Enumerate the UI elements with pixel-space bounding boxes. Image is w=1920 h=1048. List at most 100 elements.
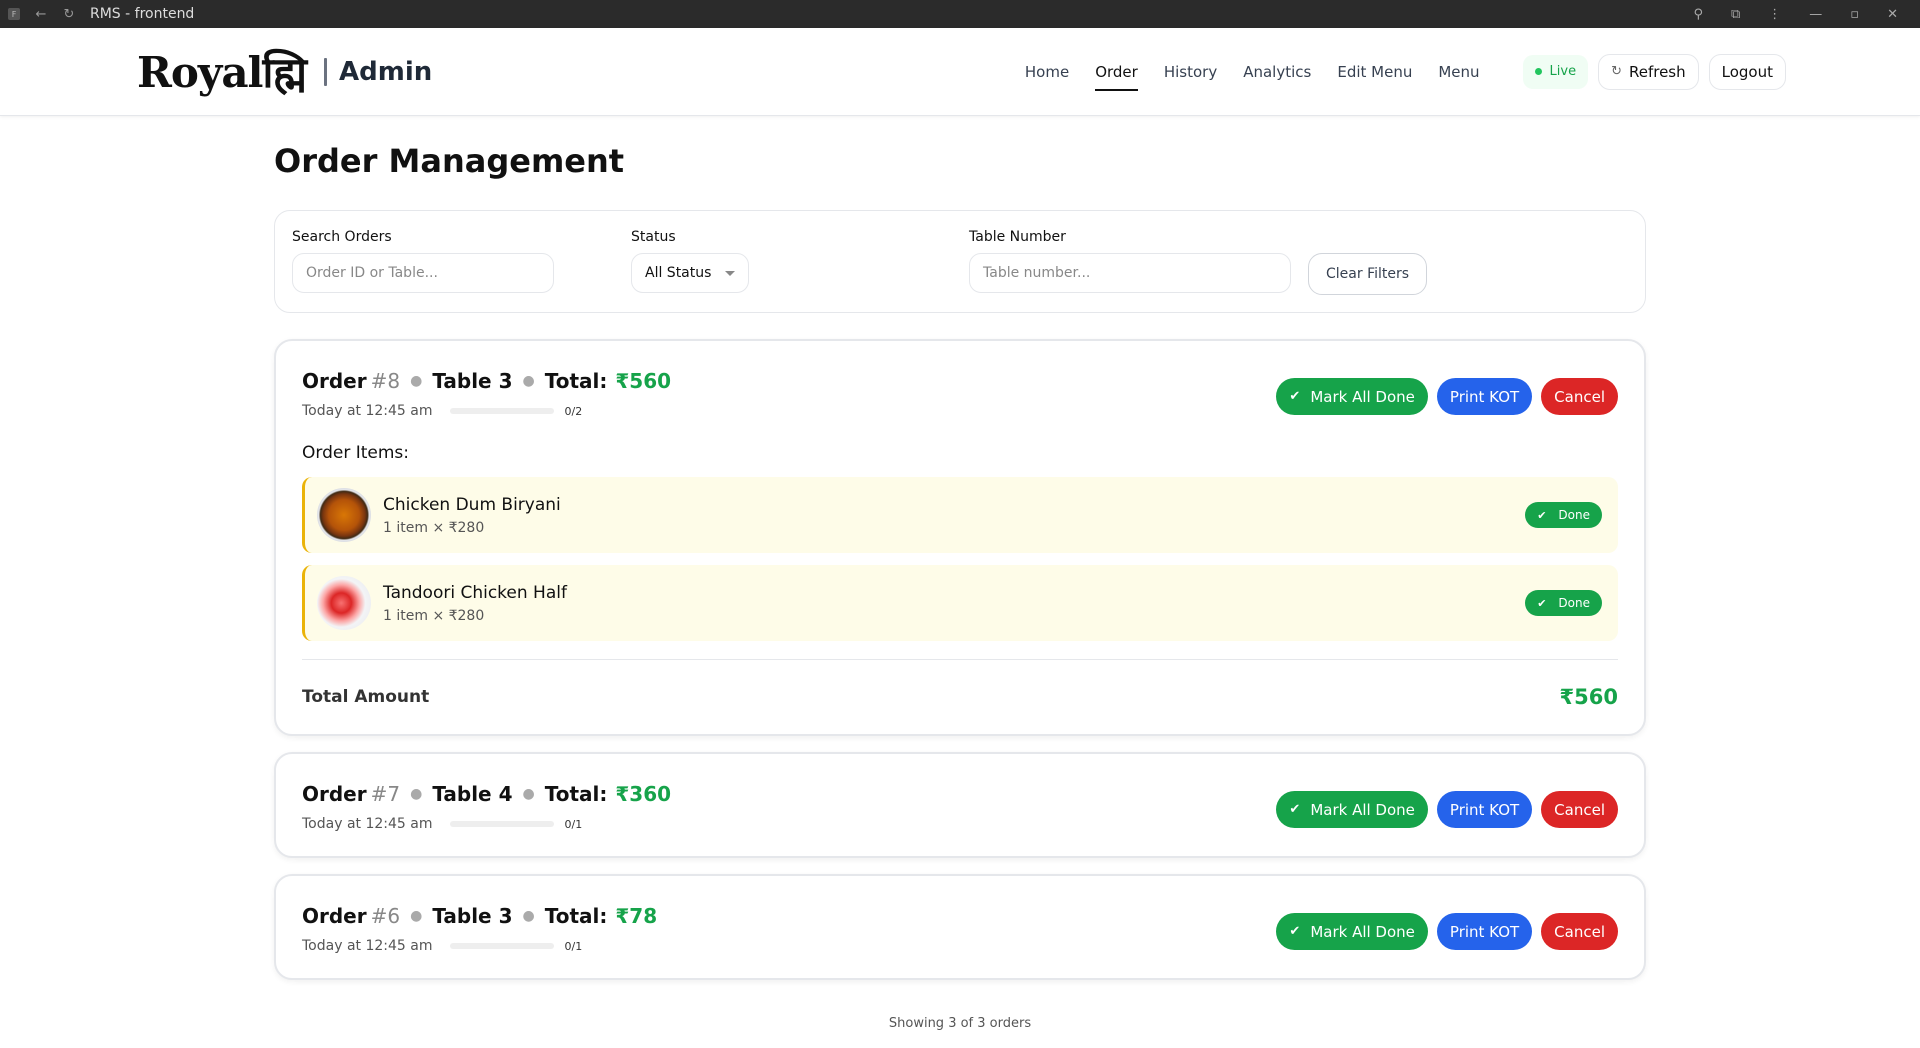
print-kot-button[interactable]: Print KOT	[1436, 913, 1533, 950]
order-table: Table 3	[432, 904, 513, 928]
table-label: Table Number	[969, 229, 1066, 245]
table-number-input[interactable]: Table number...	[969, 253, 1291, 293]
nav-history[interactable]: History	[1164, 57, 1217, 87]
order-title: Order #7 ● Table 4 ● Total: ₹360	[302, 782, 671, 806]
total-amount-value: ₹560	[1559, 685, 1618, 709]
order-item: Tandoori Chicken Half 1 item × ₹280 ✔ Don…	[302, 565, 1618, 641]
nav-order[interactable]: Order	[1095, 57, 1138, 91]
order-time: Today at 12:45 am	[302, 816, 433, 832]
order-prefix: Order	[302, 782, 367, 806]
logout-button[interactable]: Logout	[1708, 53, 1786, 90]
order-number: #8	[370, 369, 401, 393]
progress-count: 0/2	[564, 404, 583, 418]
separator-dot: ●	[522, 373, 535, 389]
nav-home[interactable]: Home	[1025, 57, 1069, 87]
item-name: Tandoori Chicken Half	[383, 582, 567, 603]
main-content: Order Management Search Orders Order ID …	[274, 142, 1646, 1031]
order-table: Table 4	[432, 782, 513, 806]
window-title: RMS - frontend	[90, 6, 195, 22]
mark-all-done-button[interactable]: ✔ Mark All Done	[1276, 791, 1428, 828]
mark-all-done-button[interactable]: ✔ Mark All Done	[1276, 378, 1428, 415]
progress-count: 0/1	[564, 939, 583, 953]
progress-bar	[450, 821, 555, 827]
item-status: Done	[1558, 596, 1590, 610]
cancel-order-button[interactable]: Cancel	[1541, 378, 1618, 415]
separator-dot: ●	[522, 908, 535, 924]
check-icon: ✔	[1537, 508, 1547, 522]
extensions-icon[interactable]: ⧉	[1731, 7, 1740, 22]
nav-menu[interactable]: Menu	[1438, 57, 1479, 87]
order-table: Table 3	[432, 369, 513, 393]
print-kot-button[interactable]: Print KOT	[1436, 791, 1533, 828]
item-name: Chicken Dum Biryani	[383, 494, 561, 515]
refresh-icon: ↻	[1611, 64, 1622, 79]
status-label: Status	[631, 229, 676, 245]
progress-count: 0/1	[564, 817, 583, 831]
mark-all-done-button[interactable]: ✔ Mark All Done	[1276, 913, 1428, 950]
table-filter: Table Number Table number...	[969, 229, 1291, 293]
item-detail: 1 item × ₹280	[383, 519, 485, 536]
order-prefix: Order	[302, 369, 367, 393]
search-filter: Search Orders Order ID or Table...	[292, 229, 554, 293]
order-total: ₹78	[615, 904, 658, 928]
item-detail: 1 item × ₹280	[383, 607, 485, 624]
order-total: ₹560	[615, 369, 672, 393]
order-actions: ✔ Mark All Done Print KOT Cancel	[1276, 913, 1618, 950]
nav-analytics[interactable]: Analytics	[1243, 57, 1311, 87]
item-done-button[interactable]: ✔ Done	[1525, 590, 1602, 616]
separator-dot: ●	[410, 786, 423, 802]
progress-bar	[450, 408, 555, 414]
live-status-badge: Live	[1522, 54, 1589, 89]
order-actions: ✔ Mark All Done Print KOT Cancel	[1276, 791, 1618, 828]
status-select[interactable]: All Status	[631, 253, 750, 293]
check-icon: ✔	[1537, 596, 1547, 610]
filters-panel: Search Orders Order ID or Table... Statu…	[274, 210, 1646, 313]
order-meta: Today at 12:45 am 0/1	[302, 816, 671, 832]
order-card-header: Order #6 ● Table 3 ● Total: ₹78 Today at…	[302, 876, 1618, 978]
order-total: ₹360	[615, 782, 672, 806]
order-title: Order #6 ● Table 3 ● Total: ₹78	[302, 904, 657, 928]
search-label: Search Orders	[292, 229, 392, 245]
dish-image	[317, 488, 371, 542]
order-meta: Today at 12:45 am 0/1	[302, 938, 657, 954]
item-status: Done	[1558, 508, 1590, 522]
app-header: Royalह्मि Admin Home Order History Analy…	[0, 28, 1920, 116]
refresh-button[interactable]: ↻ Refresh	[1598, 53, 1699, 90]
total-amount-row: Total Amount ₹560	[302, 659, 1618, 734]
status-filter: Status All Status	[631, 229, 750, 293]
back-icon[interactable]: ←	[34, 7, 48, 22]
progress-bar	[450, 943, 555, 949]
cancel-order-button[interactable]: Cancel	[1541, 791, 1618, 828]
zoom-icon[interactable]: ⚲	[1693, 7, 1703, 22]
brand-logo[interactable]: Royalह्मि	[137, 43, 307, 100]
browser-titlebar: F ← ↻ RMS - frontend ⚲ ⧉ ⋮ — ▫ ✕	[0, 0, 1920, 28]
minimize-icon[interactable]: —	[1809, 7, 1822, 22]
nav-edit-menu[interactable]: Edit Menu	[1337, 57, 1412, 87]
order-item: Chicken Dum Biryani 1 item × ₹280 ✔ Done	[302, 477, 1618, 553]
separator-dot: ●	[410, 373, 423, 389]
separator-dot: ●	[522, 786, 535, 802]
order-card: Order #8 ● Table 3 ● Total: ₹560 Today a…	[274, 339, 1646, 736]
page-title: Order Management	[274, 142, 625, 180]
order-total-label: Total:	[544, 904, 608, 928]
clear-filters-button[interactable]: Clear Filters	[1308, 253, 1428, 295]
order-time: Today at 12:45 am	[302, 938, 433, 954]
mark-all-done-label: Mark All Done	[1310, 800, 1415, 819]
dish-image	[317, 576, 371, 630]
item-done-button[interactable]: ✔ Done	[1525, 502, 1602, 528]
order-card-header: Order #7 ● Table 4 ● Total: ₹360 Today a…	[302, 754, 1618, 856]
more-menu-icon[interactable]: ⋮	[1768, 7, 1781, 22]
order-card: Order #7 ● Table 4 ● Total: ₹360 Today a…	[274, 752, 1646, 858]
print-kot-button[interactable]: Print KOT	[1436, 378, 1533, 415]
close-icon[interactable]: ✕	[1887, 7, 1898, 22]
logo-divider	[324, 57, 328, 86]
search-input[interactable]: Order ID or Table...	[292, 253, 554, 293]
restore-icon[interactable]: ▫	[1850, 7, 1859, 22]
main-nav: Home Order History Analytics Edit Menu M…	[1012, 53, 1786, 91]
reload-icon[interactable]: ↻	[62, 7, 76, 22]
cancel-order-button[interactable]: Cancel	[1541, 913, 1618, 950]
check-icon: ✔	[1289, 389, 1301, 404]
mark-all-done-label: Mark All Done	[1310, 387, 1415, 406]
order-title: Order #8 ● Table 3 ● Total: ₹560	[302, 369, 671, 393]
chevron-down-icon	[725, 270, 736, 276]
